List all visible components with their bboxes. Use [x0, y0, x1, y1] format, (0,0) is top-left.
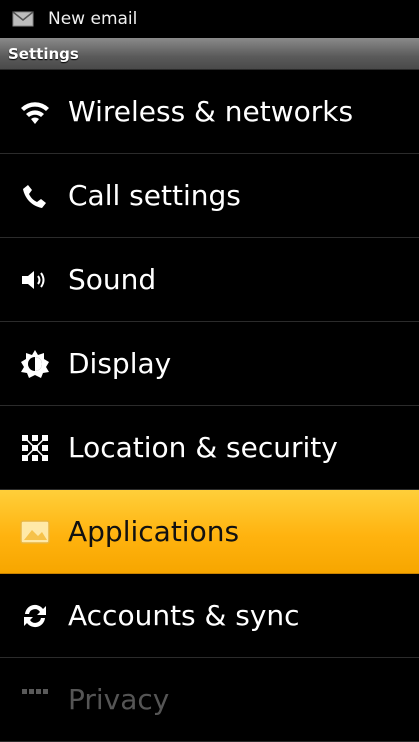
- settings-item-accounts[interactable]: Accounts & sync: [0, 574, 419, 658]
- settings-item-sound[interactable]: Sound: [0, 238, 419, 322]
- location-grid-icon: [18, 431, 52, 465]
- applications-icon: [18, 515, 52, 549]
- settings-item-call[interactable]: Call settings: [0, 154, 419, 238]
- sync-icon: [18, 599, 52, 633]
- title-bar: Settings: [0, 38, 419, 70]
- mail-icon: [12, 11, 34, 27]
- settings-item-label: Sound: [68, 263, 157, 296]
- notification-text: New email: [48, 9, 138, 29]
- settings-item-applications[interactable]: Applications: [0, 490, 419, 574]
- phone-icon: [18, 179, 52, 213]
- settings-item-label: Accounts & sync: [68, 599, 300, 632]
- settings-item-wireless[interactable]: Wireless & networks: [0, 70, 419, 154]
- settings-item-label: Display: [68, 347, 172, 380]
- settings-item-label: Call settings: [68, 179, 241, 212]
- settings-item-display[interactable]: Display: [0, 322, 419, 406]
- settings-list: Wireless & networks Call settings Sound: [0, 70, 419, 742]
- settings-item-location[interactable]: Location & security: [0, 406, 419, 490]
- settings-item-label: Wireless & networks: [68, 95, 354, 128]
- settings-item-label: Location & security: [68, 431, 338, 464]
- brightness-icon: [18, 347, 52, 381]
- wifi-icon: [18, 95, 52, 129]
- speaker-icon: [18, 263, 52, 297]
- status-bar[interactable]: New email: [0, 0, 419, 38]
- settings-item-privacy[interactable]: Privacy: [0, 658, 419, 742]
- page-title: Settings: [8, 44, 79, 63]
- settings-item-label: Applications: [68, 515, 240, 548]
